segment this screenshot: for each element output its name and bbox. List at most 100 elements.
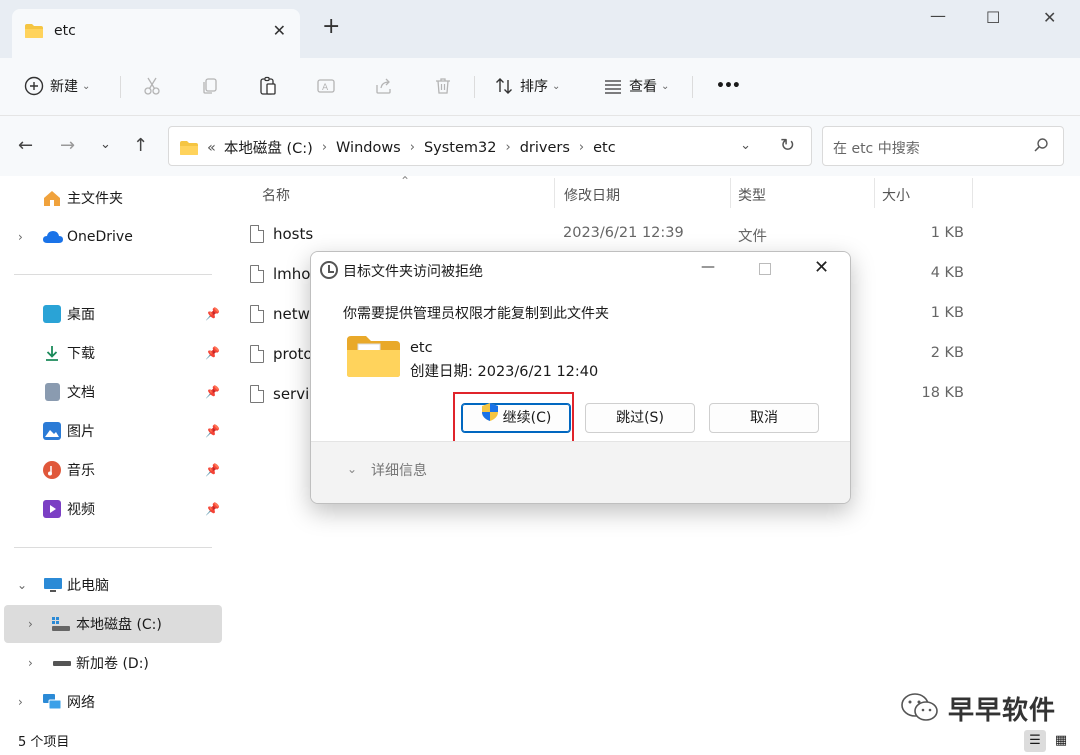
address-bar[interactable]: « 本地磁盘 (C:) › Windows › System32 › drive… [168, 126, 812, 166]
document-icon [45, 383, 60, 401]
chevron-right-icon[interactable]: › [322, 140, 327, 155]
chevron-down-icon[interactable]: ⌄ [17, 578, 27, 592]
status-bar: 5 个项目 ☰ ▦ [0, 726, 1080, 755]
tab-etc[interactable]: etc ✕ [12, 9, 300, 58]
pin-icon[interactable]: 📌 [205, 346, 220, 360]
chevron-down-icon: ⌄ [82, 80, 91, 92]
breadcrumb-etc[interactable]: etc [593, 140, 616, 156]
file-size: 18 KB [921, 385, 964, 401]
details-view-icon[interactable]: ☰ [1024, 730, 1046, 752]
dialog-title-bar[interactable]: 目标文件夹访问被拒绝 — ✕ [311, 252, 850, 288]
file-icon [250, 265, 264, 283]
dialog-minimize-button[interactable]: — [701, 259, 715, 275]
cancel-button[interactable]: 取消 [709, 403, 819, 433]
breadcrumb-system32[interactable]: System32 [424, 140, 497, 156]
file-type: 文件 [738, 229, 767, 245]
rename-button[interactable]: A [316, 71, 336, 101]
sidebar-item-documents[interactable]: 文档 📌 [0, 373, 222, 411]
file-name: hosts [273, 225, 314, 243]
sidebar-item-pictures[interactable]: 图片 📌 [0, 412, 222, 450]
sidebar-item-label: 桌面 [67, 307, 95, 323]
address-history-chevron-icon[interactable]: ⌄ [740, 138, 751, 153]
sidebar-item-label: 网络 [67, 695, 95, 711]
sidebar-item-music[interactable]: 音乐 📌 [0, 451, 222, 489]
file-row[interactable]: hosts 2023/6/21 12:39 文件 1 KB [226, 215, 1080, 255]
file-name: proto [273, 345, 313, 363]
maximize-button[interactable]: ☐ [986, 8, 1000, 27]
view-button[interactable]: 查看 ⌄ [603, 71, 669, 101]
paste-button[interactable] [258, 71, 278, 101]
sidebar-item-label: 视频 [67, 502, 95, 518]
tiles-view-icon[interactable]: ▦ [1050, 730, 1072, 752]
dialog-message: 你需要提供管理员权限才能复制到此文件夹 [343, 306, 609, 322]
tab-close-icon[interactable]: ✕ [273, 21, 286, 40]
column-divider[interactable] [730, 178, 731, 208]
sidebar-item-desktop[interactable]: 桌面 📌 [0, 295, 222, 333]
forward-arrow-icon[interactable]: → [60, 135, 75, 156]
rename-icon: A [317, 79, 335, 93]
pin-icon[interactable]: 📌 [205, 502, 220, 516]
pin-icon[interactable]: 📌 [205, 424, 220, 438]
chevron-right-icon[interactable]: › [18, 230, 23, 244]
sidebar-item-drive-d[interactable]: › 新加卷 (D:) [0, 644, 222, 682]
dialog-close-button[interactable]: ✕ [814, 257, 829, 278]
column-header-type[interactable]: 类型 [738, 185, 766, 205]
breadcrumb-overflow[interactable]: « [207, 140, 216, 156]
pin-icon[interactable]: 📌 [205, 463, 220, 477]
sidebar-item-onedrive[interactable]: › OneDrive [0, 218, 222, 256]
new-tab-button[interactable]: + [322, 16, 340, 38]
sidebar-item-network[interactable]: › 网络 [0, 683, 222, 721]
sort-button[interactable]: 排序 ⌄ [494, 71, 560, 101]
chevron-right-icon[interactable]: › [410, 140, 415, 155]
chevron-right-icon[interactable]: › [28, 617, 33, 631]
sidebar-item-home[interactable]: 主文件夹 [0, 179, 222, 217]
column-header-size[interactable]: 大小 [882, 185, 910, 205]
pin-icon[interactable]: 📌 [205, 385, 220, 399]
sidebar-item-this-pc[interactable]: ⌄ 此电脑 [0, 566, 222, 604]
sidebar-item-downloads[interactable]: 下载 📌 [0, 334, 222, 372]
copy-button[interactable] [200, 71, 220, 101]
close-window-button[interactable]: ✕ [1043, 8, 1056, 27]
chevron-down-icon[interactable]: ⌄ [347, 462, 357, 476]
search-box[interactable]: 在 etc 中搜索 [822, 126, 1064, 166]
breadcrumb-drivers[interactable]: drivers [520, 140, 570, 156]
recent-locations-chevron-icon[interactable]: ⌄ [100, 137, 111, 152]
sort-ascending-icon: ⌃ [400, 174, 411, 188]
chevron-right-icon[interactable]: › [28, 656, 33, 670]
column-header-modified[interactable]: 修改日期 [564, 185, 620, 205]
chevron-right-icon[interactable]: › [505, 140, 510, 155]
breadcrumb-windows[interactable]: Windows [336, 140, 401, 156]
more-options-button[interactable]: ••• [716, 71, 741, 101]
file-size: 1 KB [930, 225, 964, 241]
uac-shield-icon [481, 402, 499, 432]
share-button[interactable] [374, 71, 394, 101]
chevron-right-icon[interactable]: › [579, 140, 584, 155]
column-divider[interactable] [972, 178, 973, 208]
up-arrow-icon[interactable]: ↑ [133, 135, 148, 156]
chevron-right-icon[interactable]: › [18, 695, 23, 709]
music-icon [43, 461, 61, 479]
back-arrow-icon[interactable]: ← [18, 135, 33, 156]
video-icon [43, 500, 61, 518]
sidebar-item-videos[interactable]: 视频 📌 [0, 490, 222, 528]
breadcrumb-drive-c[interactable]: 本地磁盘 (C:) [224, 137, 313, 158]
dialog-title: 目标文件夹访问被拒绝 [343, 264, 483, 280]
delete-button[interactable] [433, 71, 453, 101]
cut-button[interactable] [142, 71, 162, 101]
column-header-name[interactable]: 名称 [262, 185, 290, 205]
computer-icon [43, 576, 62, 594]
column-divider[interactable] [554, 178, 555, 208]
continue-button[interactable]: 继续(C) [461, 402, 571, 433]
refresh-icon[interactable]: ↻ [780, 135, 795, 156]
pin-icon[interactable]: 📌 [205, 307, 220, 321]
column-divider[interactable] [874, 178, 875, 208]
details-toggle[interactable]: 详细信息 [371, 460, 427, 480]
file-icon [250, 385, 264, 403]
sidebar-item-label: 本地磁盘 (C:) [76, 617, 162, 633]
sidebar-item-drive-c[interactable]: › 本地磁盘 (C:) [4, 605, 222, 643]
new-button[interactable]: 新建 ⌄ [24, 71, 90, 101]
view-label: 查看 [629, 79, 657, 95]
skip-button[interactable]: 跳过(S) [585, 403, 695, 433]
minimize-button[interactable]: — [930, 6, 946, 25]
file-size: 4 KB [930, 265, 964, 281]
